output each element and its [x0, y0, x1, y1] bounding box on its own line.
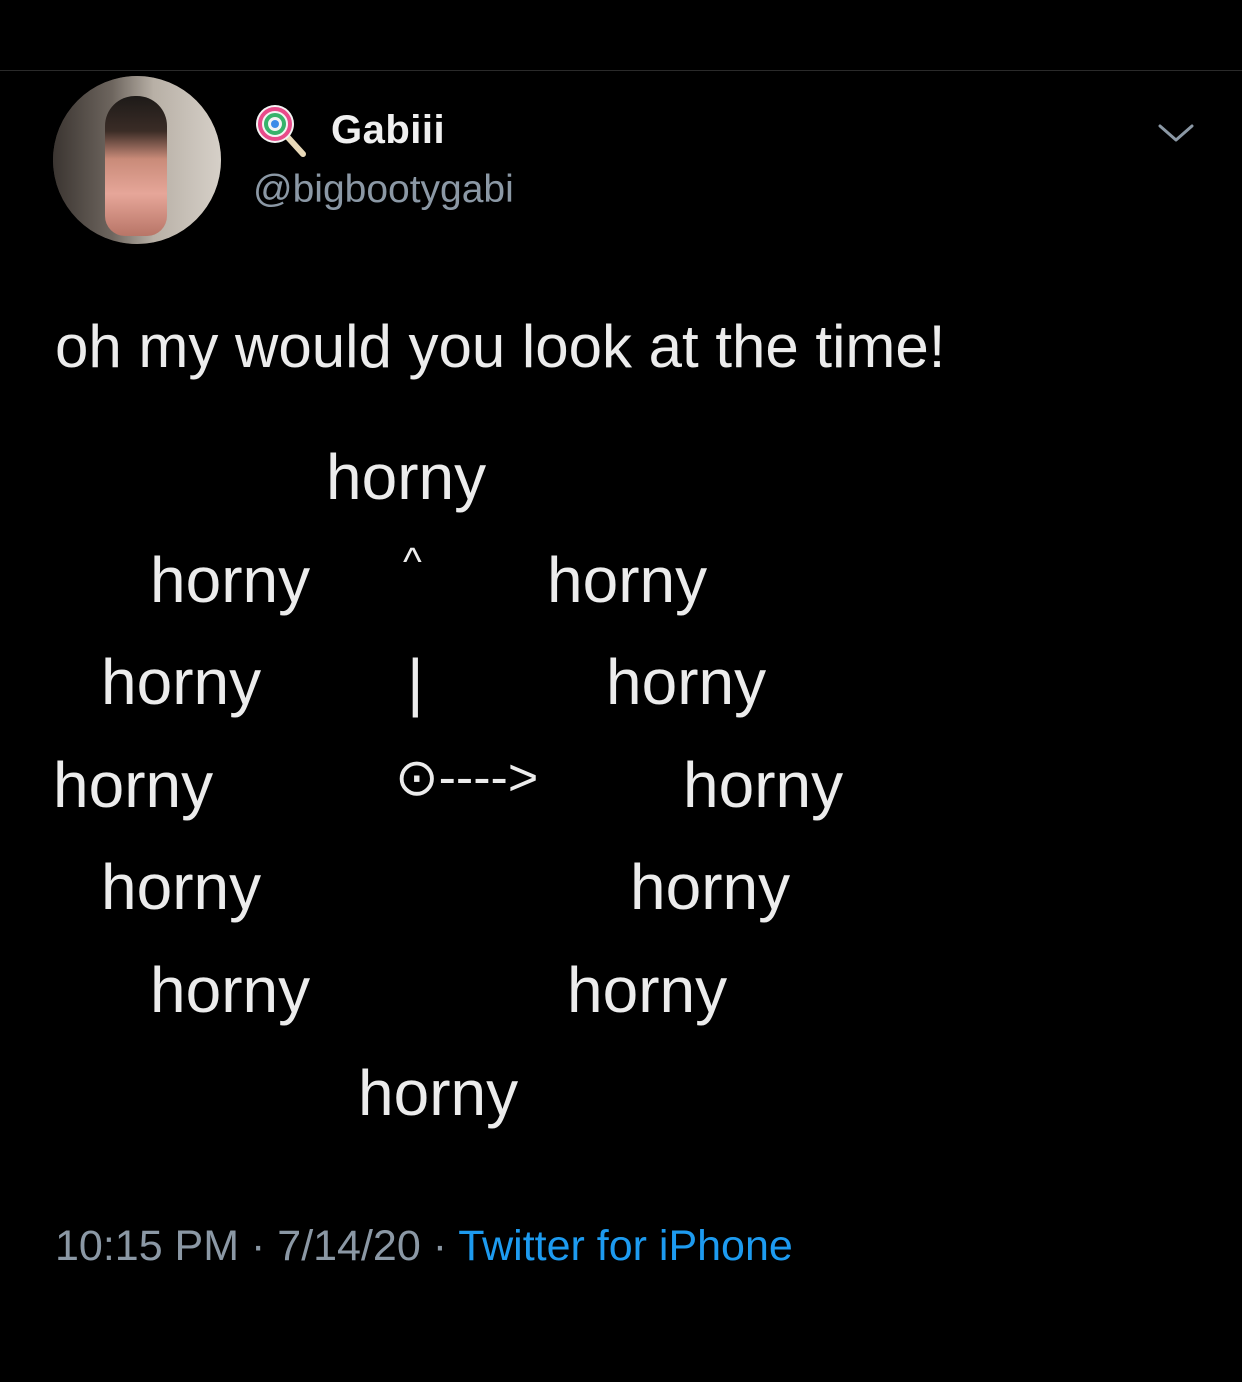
footer-separator: · [239, 1222, 278, 1270]
clock-word-7: horny [150, 954, 311, 1026]
user-handle[interactable]: @bigbootygabi [253, 168, 514, 212]
name-row: Gabiii [253, 105, 445, 157]
clock-word-6: horny [358, 1057, 519, 1129]
avatar[interactable] [53, 76, 221, 244]
clock-word-8: horny [101, 851, 262, 923]
clock-word-10: horny [101, 646, 262, 718]
avatar-figure [105, 96, 167, 236]
clock-word-3: horny [683, 749, 844, 821]
tweet-text: oh my would you look at the time! [55, 313, 946, 380]
tweet-time[interactable]: 10:15 PM [55, 1222, 239, 1270]
clock-word-4: horny [630, 851, 791, 923]
lollipop-icon [256, 105, 306, 157]
display-name[interactable]: Gabiii [331, 108, 445, 153]
clock-word-2: horny [606, 646, 767, 718]
clock-hand-shaft: | [407, 646, 424, 718]
tweet-date[interactable]: 7/14/20 [277, 1222, 420, 1270]
chevron-down-icon[interactable] [1156, 118, 1196, 148]
tweet-footer: 10:15 PM · 7/14/20 · Twitter for iPhone [55, 1222, 793, 1271]
top-divider [0, 70, 1242, 71]
clock-center-hand: ⊙----> [395, 749, 539, 807]
clock-word-5: horny [567, 954, 728, 1026]
clock-word-11: horny [150, 544, 311, 616]
clock-word-1: horny [547, 544, 708, 616]
clock-word-12: horny [326, 441, 487, 513]
clock-hand-arrowhead: ^ [403, 540, 422, 584]
clock-word-9: horny [53, 749, 214, 821]
footer-separator: · [420, 1222, 459, 1270]
tweet-source-link[interactable]: Twitter for iPhone [458, 1222, 793, 1270]
